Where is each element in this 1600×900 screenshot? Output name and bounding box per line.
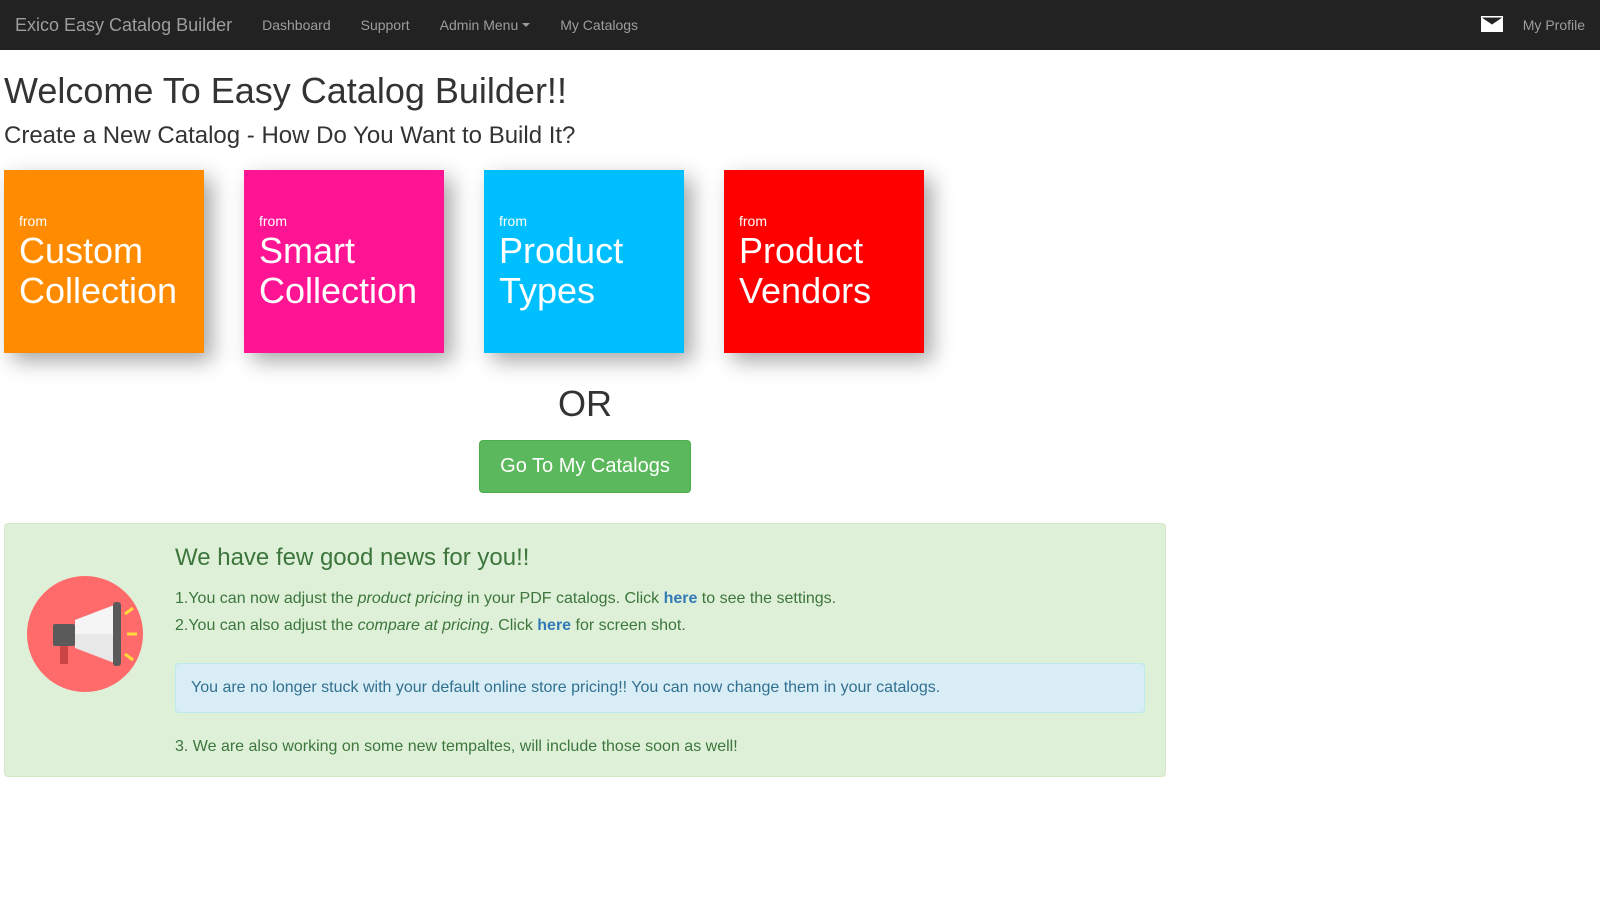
welcome-title: Welcome To Easy Catalog Builder!! <box>4 70 1166 112</box>
nav-support[interactable]: Support <box>361 17 410 33</box>
info-box: You are no longer stuck with your defaul… <box>175 663 1145 713</box>
news-item-2: 2.You can also adjust the compare at pri… <box>175 614 1145 638</box>
or-text: OR <box>4 383 1166 425</box>
news-emphasis: compare at pricing <box>358 617 490 634</box>
news-text: 2.You can also adjust the <box>175 617 358 634</box>
tile-from-label: from <box>739 213 909 229</box>
navbar-nav: Dashboard Support Admin Menu My Catalogs <box>247 17 1481 33</box>
navbar-right: My Profile <box>1481 16 1585 35</box>
news-text: . Click <box>489 617 537 634</box>
news-panel: We have few good news for you!! 1.You ca… <box>4 523 1166 777</box>
tile-title: Smart Collection <box>259 231 429 310</box>
nav-my-profile[interactable]: My Profile <box>1523 17 1585 33</box>
news-link-pricing[interactable]: here <box>664 590 698 607</box>
news-text: for screen shot. <box>571 617 686 634</box>
tile-title: Product Types <box>499 231 669 310</box>
tile-title: Custom Collection <box>19 231 189 310</box>
tile-product-vendors[interactable]: from Product Vendors <box>724 170 924 353</box>
news-item-1: 1.You can now adjust the product pricing… <box>175 587 1145 611</box>
nav-my-catalogs[interactable]: My Catalogs <box>560 17 638 33</box>
tile-from-label: from <box>259 213 429 229</box>
tile-title: Product Vendors <box>739 231 909 310</box>
news-emphasis: product pricing <box>358 590 463 607</box>
news-title: We have few good news for you!! <box>175 544 1145 572</box>
navbar: Exico Easy Catalog Builder Dashboard Sup… <box>0 0 1600 50</box>
news-text: 1.You can now adjust the <box>175 590 358 607</box>
subtitle: Create a New Catalog - How Do You Want t… <box>4 122 1166 150</box>
tile-from-label: from <box>499 213 669 229</box>
go-to-my-catalogs-button[interactable]: Go To My Catalogs <box>479 440 691 493</box>
news-text: to see the settings. <box>697 590 836 607</box>
news-text: in your PDF catalogs. Click <box>463 590 664 607</box>
tile-custom-collection[interactable]: from Custom Collection <box>4 170 204 353</box>
or-section: OR Go To My Catalogs <box>4 383 1166 493</box>
nav-admin-menu-label: Admin Menu <box>440 17 519 33</box>
tile-from-label: from <box>19 213 189 229</box>
caret-down-icon <box>522 23 530 27</box>
mail-icon[interactable] <box>1481 16 1503 35</box>
nav-dashboard[interactable]: Dashboard <box>262 17 331 33</box>
news-content: We have few good news for you!! 1.You ca… <box>175 544 1145 756</box>
tile-smart-collection[interactable]: from Smart Collection <box>244 170 444 353</box>
megaphone-icon <box>25 574 145 697</box>
nav-admin-menu[interactable]: Admin Menu <box>440 17 531 33</box>
news-item-3: 3. We are also working on some new tempa… <box>175 738 1145 756</box>
news-link-compare[interactable]: here <box>537 617 571 634</box>
tiles-row: from Custom Collection from Smart Collec… <box>4 170 1166 353</box>
tile-product-types[interactable]: from Product Types <box>484 170 684 353</box>
main-container: Welcome To Easy Catalog Builder!! Create… <box>0 50 1170 777</box>
navbar-brand[interactable]: Exico Easy Catalog Builder <box>15 15 247 36</box>
